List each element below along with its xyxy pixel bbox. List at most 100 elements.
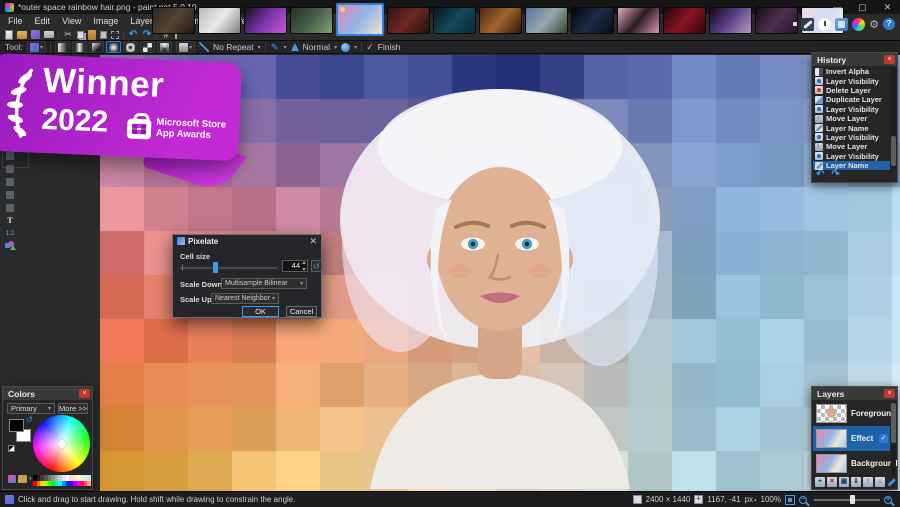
image-thumbnail[interactable] (709, 7, 752, 34)
color-wheel[interactable] (33, 415, 90, 472)
scale-up-dropdown[interactable]: Nearest Neighbor ▾ (211, 293, 279, 304)
layers-toggle-icon[interactable] (835, 17, 849, 31)
properties-layer-icon[interactable] (887, 477, 897, 487)
deselect-icon[interactable] (111, 30, 119, 39)
tool-zoom[interactable]: 1:2 (4, 227, 16, 240)
redo-icon[interactable]: ↷ (831, 170, 839, 180)
minimize-button[interactable]: — (825, 0, 850, 14)
menu-image[interactable]: Image (87, 14, 124, 28)
gradient-diamond-button[interactable] (139, 41, 155, 53)
colors-toggle-icon[interactable] (852, 17, 866, 31)
move-down-layer-icon[interactable] (875, 476, 885, 487)
color-mode-button[interactable]: ▾ (175, 41, 195, 53)
close-button[interactable]: ✕ (875, 0, 900, 14)
image-thumbnail[interactable] (244, 7, 287, 34)
image-thumbnail[interactable] (290, 7, 333, 34)
tool-shapes[interactable] (4, 240, 16, 253)
zoom-slider-thumb[interactable] (850, 495, 855, 504)
blend-mode-dropdown[interactable]: Normal (303, 42, 330, 52)
history-close-button[interactable] (884, 55, 895, 64)
tools-toggle-icon[interactable] (801, 17, 815, 31)
reset-button[interactable] (311, 260, 322, 272)
undo-icon[interactable] (128, 30, 138, 40)
dash-style-icon[interactable] (199, 42, 209, 52)
print-icon[interactable] (44, 31, 54, 38)
dialog-titlebar[interactable]: Pixelate ✕ (173, 235, 321, 247)
history-item[interactable]: Invert Alpha (813, 67, 890, 76)
history-item[interactable]: Duplicate Layer (813, 95, 890, 104)
undo-icon[interactable]: ↶ (816, 170, 824, 180)
zoom-slider[interactable] (814, 495, 880, 505)
add-color-icon[interactable] (8, 475, 16, 483)
sampling-icon[interactable] (290, 43, 299, 51)
history-item[interactable]: Layer Visibility (813, 105, 890, 114)
menu-view[interactable]: View (56, 14, 87, 28)
antialiasing-icon[interactable] (270, 42, 280, 52)
delete-layer-icon[interactable] (827, 476, 837, 487)
zoom-out-icon[interactable]: − (799, 495, 807, 504)
unit-dropdown[interactable]: px ▴ (745, 495, 757, 504)
tool-text[interactable]: T (4, 214, 16, 227)
slider-thumb[interactable] (213, 262, 218, 273)
help-toggle-icon[interactable] (883, 18, 895, 30)
more-button[interactable]: More >> (58, 403, 88, 414)
colors-close-button[interactable] (79, 389, 90, 398)
gradient-radial-button[interactable] (105, 41, 121, 53)
image-thumbnail[interactable] (755, 7, 798, 34)
primary-color-swatch[interactable] (9, 419, 24, 432)
open-icon[interactable] (17, 30, 27, 39)
new-icon[interactable] (5, 29, 13, 40)
palette-menu-icon[interactable] (18, 475, 27, 483)
paste-icon[interactable] (88, 29, 96, 40)
layer-row-background[interactable]: Background (813, 451, 898, 476)
copy-icon[interactable] (77, 30, 84, 39)
history-item[interactable]: Move Layer (813, 142, 890, 151)
settings-toggle-icon[interactable] (869, 15, 879, 33)
image-thumbnail[interactable] (152, 7, 195, 34)
colors-panel-header[interactable]: Colors (3, 387, 92, 400)
reset-colors-icon[interactable] (8, 445, 15, 452)
history-toggle-icon[interactable] (818, 17, 832, 31)
layer-row-effect[interactable]: Effect (813, 426, 890, 451)
image-thumbnail[interactable] (433, 7, 476, 34)
gradient-linear-button[interactable] (54, 41, 70, 53)
cell-size-spinner[interactable] (302, 261, 307, 271)
history-item[interactable]: Layer Visibility (813, 152, 890, 161)
tool-generic[interactable] (4, 175, 16, 188)
history-item[interactable]: Delete Layer (813, 86, 890, 95)
tool-generic[interactable] (4, 188, 16, 201)
gradient-tool-button[interactable]: ▾ (26, 41, 46, 53)
layers-close-button[interactable] (884, 389, 895, 398)
redo-icon[interactable] (142, 30, 152, 40)
duplicate-layer-icon[interactable] (839, 476, 849, 487)
gradient-linear-clamped-button[interactable] (88, 41, 104, 53)
image-thumbnail[interactable] (479, 7, 522, 34)
add-layer-icon[interactable] (815, 476, 825, 487)
copy2-icon[interactable] (100, 30, 107, 39)
color-target-dropdown[interactable]: Primary ▾ (7, 403, 55, 414)
palette-swatch[interactable] (87, 480, 91, 486)
image-thumbnail[interactable] (336, 3, 384, 36)
layers-panel-header[interactable]: Layers (812, 387, 897, 400)
menu-file[interactable]: File (2, 14, 29, 28)
zoom-in-icon[interactable]: + (884, 495, 892, 504)
move-up-layer-icon[interactable] (863, 476, 873, 487)
finish-button[interactable]: Finish (378, 42, 401, 52)
history-scrollbar[interactable] (891, 67, 896, 168)
gradient-radial-reflected-button[interactable] (122, 41, 138, 53)
dialog-close-icon[interactable]: ✕ (309, 236, 317, 246)
overflow-toggle-icon[interactable] (793, 22, 798, 26)
image-thumbnail[interactable] (617, 7, 660, 34)
scale-down-dropdown[interactable]: Multisample Bilinear ▾ (221, 278, 307, 289)
brush-blob-icon[interactable] (341, 42, 351, 52)
merge-down-layer-icon[interactable] (851, 476, 861, 487)
gradient-linear-reflected-button[interactable] (71, 41, 87, 53)
fit-window-icon[interactable] (785, 494, 795, 505)
cut-icon[interactable] (63, 30, 73, 40)
history-item[interactable]: Layer Visibility (813, 76, 890, 86)
image-thumbnail[interactable] (571, 7, 614, 34)
gradient-conical-button[interactable] (156, 41, 172, 53)
tool-generic[interactable] (4, 162, 16, 175)
menu-edit[interactable]: Edit (29, 14, 57, 28)
image-thumbnail[interactable] (387, 7, 430, 34)
